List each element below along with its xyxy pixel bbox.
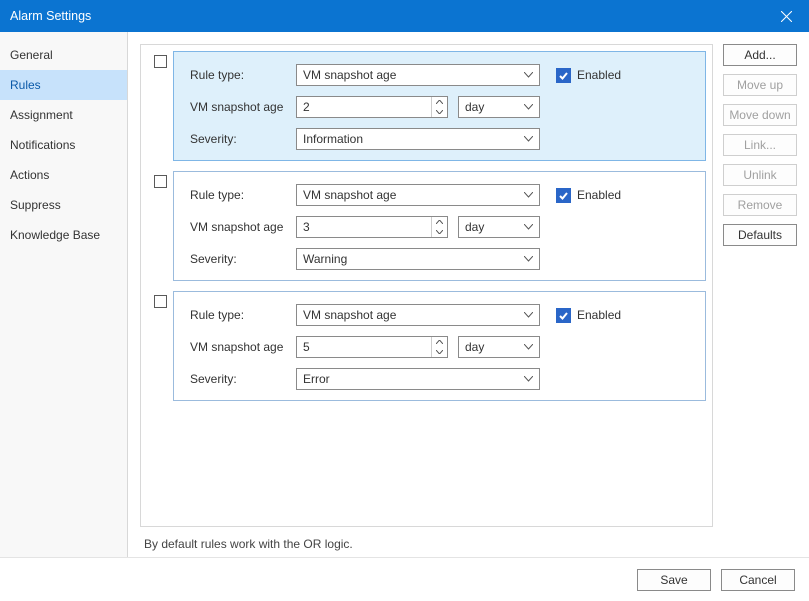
severity-label: Severity: [190,372,286,386]
age-label: VM snapshot age [190,220,286,234]
severity-select[interactable]: Information [296,128,540,150]
rule-type-select[interactable]: VM snapshot age [296,184,540,206]
sidebar-item-general[interactable]: General [0,40,127,70]
chevron-up-icon[interactable] [432,337,447,347]
sidebar-item-assignment[interactable]: Assignment [0,100,127,130]
save-button[interactable]: Save [637,569,711,591]
add-button[interactable]: Add... [723,44,797,66]
chevron-up-icon[interactable] [432,217,447,227]
check-icon [556,188,571,203]
severity-select[interactable]: Error [296,368,540,390]
rule-type-label: Rule type: [190,188,286,202]
sidebar: General Rules Assignment Notifications A… [0,32,128,557]
rule-select-checkbox[interactable] [147,171,173,188]
chevron-down-icon [524,344,533,350]
window-title: Alarm Settings [10,9,91,23]
close-button[interactable] [764,0,809,32]
age-spinner[interactable]: 5 [296,336,448,358]
age-spinner[interactable]: 3 [296,216,448,238]
rule-type-select[interactable]: VM snapshot age [296,64,540,86]
remove-button[interactable]: Remove [723,194,797,216]
rule-select-checkbox[interactable] [147,291,173,308]
unlink-button[interactable]: Unlink [723,164,797,186]
unit-select[interactable]: day [458,216,540,238]
chevron-down-icon [524,104,533,110]
severity-select[interactable]: Warning [296,248,540,270]
rule-type-select[interactable]: VM snapshot age [296,304,540,326]
age-label: VM snapshot age [190,100,286,114]
age-spinner[interactable]: 2 [296,96,448,118]
chevron-down-icon [524,312,533,318]
close-icon [781,11,792,22]
move-down-button[interactable]: Move down [723,104,797,126]
chevron-down-icon [524,136,533,142]
chevron-up-icon[interactable] [432,97,447,107]
enabled-checkbox[interactable]: Enabled [556,188,621,203]
chevron-down-icon [524,376,533,382]
chevron-down-icon[interactable] [432,227,447,237]
unit-select[interactable]: day [458,96,540,118]
rule-row: Rule type: VM snapshot age Enabled [147,171,706,281]
enabled-label: Enabled [577,188,621,202]
enabled-label: Enabled [577,308,621,322]
enabled-checkbox[interactable]: Enabled [556,68,621,83]
age-label: VM snapshot age [190,340,286,354]
unit-select[interactable]: day [458,336,540,358]
chevron-down-icon[interactable] [432,347,447,357]
check-icon [556,68,571,83]
sidebar-item-knowledge-base[interactable]: Knowledge Base [0,220,127,250]
rule-row: Rule type: VM snapshot age Enabled [147,291,706,401]
sidebar-item-actions[interactable]: Actions [0,160,127,190]
rule-type-label: Rule type: [190,68,286,82]
enabled-label: Enabled [577,68,621,82]
footnote-text: By default rules work with the OR logic. [140,527,713,557]
defaults-button[interactable]: Defaults [723,224,797,246]
rules-column: Rule type: VM snapshot age Enabled [140,44,713,557]
side-buttons: Add... Move up Move down Link... Unlink … [723,44,797,557]
chevron-down-icon[interactable] [432,107,447,117]
rules-list: Rule type: VM snapshot age Enabled [140,44,713,527]
rule-card[interactable]: Rule type: VM snapshot age Enabled [173,171,706,281]
check-icon [556,308,571,323]
severity-label: Severity: [190,252,286,266]
rule-card[interactable]: Rule type: VM snapshot age Enabled [173,51,706,161]
main-body: General Rules Assignment Notifications A… [0,32,809,557]
rule-card[interactable]: Rule type: VM snapshot age Enabled [173,291,706,401]
chevron-down-icon [524,256,533,262]
rule-row: Rule type: VM snapshot age Enabled [147,51,706,161]
link-button[interactable]: Link... [723,134,797,156]
cancel-button[interactable]: Cancel [721,569,795,591]
title-bar: Alarm Settings [0,0,809,32]
rule-type-label: Rule type: [190,308,286,322]
sidebar-item-suppress[interactable]: Suppress [0,190,127,220]
chevron-down-icon [524,72,533,78]
sidebar-item-notifications[interactable]: Notifications [0,130,127,160]
footer: Save Cancel [0,557,809,601]
sidebar-item-rules[interactable]: Rules [0,70,127,100]
chevron-down-icon [524,192,533,198]
move-up-button[interactable]: Move up [723,74,797,96]
enabled-checkbox[interactable]: Enabled [556,308,621,323]
chevron-down-icon [524,224,533,230]
severity-label: Severity: [190,132,286,146]
main-panel: Rule type: VM snapshot age Enabled [128,32,809,557]
rule-select-checkbox[interactable] [147,51,173,68]
